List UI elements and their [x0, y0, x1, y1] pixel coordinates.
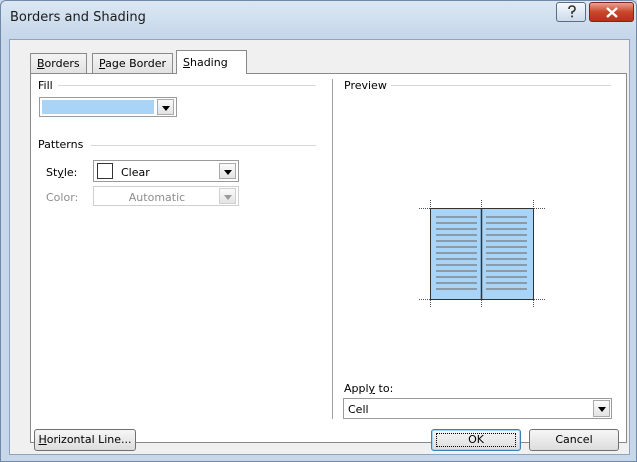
dialog-window: Borders and Shading Borders Page Border … — [0, 0, 637, 462]
help-button[interactable] — [556, 2, 586, 22]
horizontal-line-label: orizontal Line... — [46, 433, 132, 446]
tab-page-border[interactable]: Page Border — [92, 53, 174, 73]
style-label-end: le: — [63, 166, 78, 179]
chevron-down-icon[interactable] — [593, 400, 610, 417]
chevron-down-icon[interactable] — [157, 99, 174, 115]
dialog-client: Borders Page Border Shading Fill Pattern… — [9, 39, 630, 455]
tab-borders-label: orders — [44, 57, 80, 70]
apply-to-label: Apply to: — [344, 382, 393, 395]
apply-to-label-start: Appl — [344, 382, 369, 395]
fill-color-dropdown[interactable] — [39, 97, 177, 117]
tab-shading-mnemonic: S — [183, 56, 190, 69]
style-value: Clear — [121, 166, 150, 179]
tab-shading-label: hading — [189, 56, 228, 69]
dialog-title: Borders and Shading — [10, 10, 146, 25]
section-separator — [332, 79, 333, 419]
chevron-down-icon — [219, 188, 236, 204]
style-dropdown[interactable]: Clear — [93, 160, 239, 182]
apply-to-dropdown[interactable]: Cell — [343, 398, 612, 419]
patterns-label: Patterns — [38, 138, 84, 151]
preview-table — [419, 200, 545, 308]
cancel-button[interactable]: Cancel — [529, 429, 619, 451]
fill-color-swatch — [42, 100, 154, 114]
color-dropdown[interactable]: Automatic — [93, 186, 239, 206]
horizontal-line-mnemonic: H — [38, 433, 47, 446]
tab-borders-mnemonic: B — [37, 57, 45, 70]
cancel-label: Cancel — [555, 433, 593, 446]
style-label: Style: — [46, 166, 77, 179]
shading-panel: Fill Patterns Style: Clear Color: Automa… — [30, 73, 627, 443]
fill-label: Fill — [38, 79, 53, 92]
chevron-down-icon[interactable] — [219, 163, 236, 179]
title-bar: Borders and Shading — [1, 1, 636, 37]
pattern-swatch — [97, 163, 113, 179]
preview-label: Preview — [344, 79, 387, 92]
help-icon — [568, 5, 576, 18]
horizontal-line-button[interactable]: Horizontal Line... — [34, 429, 136, 451]
tab-borders[interactable]: Borders — [30, 53, 87, 73]
color-label: Color: — [46, 191, 79, 204]
patterns-divider — [91, 145, 316, 146]
fill-divider — [58, 85, 316, 86]
color-value: Automatic — [128, 191, 186, 204]
apply-to-value: Cell — [348, 403, 369, 416]
tab-shading[interactable]: Shading — [176, 50, 247, 74]
style-label-start: St — [46, 166, 58, 179]
close-button[interactable] — [589, 2, 634, 22]
ok-button[interactable]: OK — [431, 429, 521, 451]
tab-page-border-label: age Border — [105, 57, 167, 70]
apply-to-label-end: to: — [375, 382, 394, 395]
close-icon — [606, 7, 618, 18]
preview-divider — [391, 85, 611, 86]
focus-ring — [436, 433, 516, 447]
